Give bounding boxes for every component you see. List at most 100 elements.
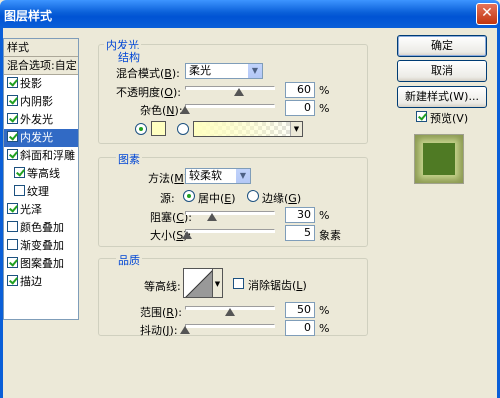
range-input[interactable]: 50 xyxy=(285,302,315,318)
opacity-slider-track[interactable] xyxy=(185,86,275,90)
noise-slider-track[interactable] xyxy=(185,104,275,108)
antialias-checkbox[interactable] xyxy=(233,278,244,289)
style-list-label: 样式 xyxy=(7,41,29,54)
style-list-item[interactable]: 内发光 xyxy=(4,129,78,147)
opacity-label: 不透明度(O): xyxy=(116,86,181,99)
size-slider-track[interactable] xyxy=(185,229,275,233)
jitter-label: 抖动(J): xyxy=(140,324,178,337)
blend-mode-label: 混合模式(B): xyxy=(116,67,180,80)
style-list-label: 外发光 xyxy=(20,113,53,126)
jitter-slider-track[interactable] xyxy=(185,324,275,328)
contour-label: 等高线: xyxy=(144,280,181,293)
style-list-checkbox[interactable] xyxy=(7,239,18,250)
style-list-label: 等高线 xyxy=(27,167,60,180)
close-icon[interactable]: ✕ xyxy=(476,3,498,25)
style-list-checkbox[interactable] xyxy=(14,185,25,196)
glow-color-swatch[interactable] xyxy=(151,121,166,136)
style-list-item[interactable]: 投影 xyxy=(4,75,78,93)
style-list-item[interactable]: 等高线 xyxy=(4,165,78,183)
style-list-item[interactable]: 描边 xyxy=(4,273,78,291)
chevron-down-icon[interactable]: ▼ xyxy=(213,268,223,298)
source-edge-label: 边缘(G) xyxy=(262,192,302,205)
style-list-label: 投影 xyxy=(20,77,42,90)
gradient-picker[interactable]: ▼ xyxy=(193,121,303,137)
choke-percent: % xyxy=(319,209,330,222)
preview-checkbox[interactable] xyxy=(416,111,427,122)
choke-slider-track[interactable] xyxy=(185,211,275,215)
structure-title: 结构 xyxy=(116,49,142,65)
style-list-checkbox[interactable] xyxy=(7,149,18,160)
new-style-button[interactable]: 新建样式(W)... xyxy=(397,86,487,108)
style-list-item[interactable]: 纹理 xyxy=(4,183,78,201)
style-list-item[interactable]: 渐变叠加 xyxy=(4,237,78,255)
contour-picker[interactable] xyxy=(183,268,213,298)
noise-label: 杂色(N): xyxy=(140,104,183,117)
source-edge-radio[interactable] xyxy=(247,190,259,202)
style-list-checkbox[interactable] xyxy=(7,131,18,142)
gradient-radio[interactable] xyxy=(177,123,189,135)
jitter-percent: % xyxy=(319,322,330,335)
choke-slider-thumb[interactable] xyxy=(207,213,217,221)
style-list: 样式混合选项:自定投影内阴影外发光内发光斜面和浮雕等高线纹理光泽颜色叠加渐变叠加… xyxy=(3,38,79,320)
jitter-input[interactable]: 0 xyxy=(285,320,315,336)
jitter-slider-thumb[interactable] xyxy=(180,326,190,334)
antialias-label: 消除锯齿(L) xyxy=(248,279,307,292)
method-select[interactable]: 较柔软 ▼ xyxy=(185,168,251,184)
style-list-item[interactable]: 外发光 xyxy=(4,111,78,129)
noise-slider-thumb[interactable] xyxy=(180,106,190,114)
source-label: 源: xyxy=(160,192,175,205)
style-list-checkbox[interactable] xyxy=(7,77,18,88)
style-list-item[interactable]: 图案叠加 xyxy=(4,255,78,273)
source-center-radio[interactable] xyxy=(183,190,195,202)
style-list-label: 图案叠加 xyxy=(20,257,64,270)
size-slider-thumb[interactable] xyxy=(181,231,192,239)
style-preview xyxy=(414,134,464,184)
style-list-label: 纹理 xyxy=(27,185,49,198)
size-unit: 象素 xyxy=(319,229,341,242)
chevron-down-icon[interactable]: ▼ xyxy=(247,64,262,78)
style-list-label: 描边 xyxy=(20,275,42,288)
style-list-label: 内发光 xyxy=(20,131,53,144)
style-list-checkbox[interactable] xyxy=(7,203,18,214)
title-bar[interactable]: 图层样式 ✕ xyxy=(0,0,500,28)
range-percent: % xyxy=(319,304,330,317)
blend-mode-value: 柔光 xyxy=(189,64,211,77)
style-list-checkbox[interactable] xyxy=(7,95,18,106)
size-input[interactable]: 5 xyxy=(285,225,315,241)
quality-title: 品质 xyxy=(116,252,142,268)
method-value: 较柔软 xyxy=(189,169,222,182)
ok-button[interactable]: 确定 xyxy=(397,35,487,57)
preview-label: 预览(V) xyxy=(430,112,469,125)
source-center-label: 居中(E) xyxy=(198,192,236,205)
noise-input[interactable]: 0 xyxy=(285,100,315,116)
style-list-label: 混合选项:自定 xyxy=(7,59,77,72)
opacity-input[interactable]: 60 xyxy=(285,82,315,98)
choke-input[interactable]: 30 xyxy=(285,207,315,223)
range-slider-thumb[interactable] xyxy=(225,308,235,316)
blend-mode-select[interactable]: 柔光 ▼ xyxy=(185,63,263,79)
style-list-checkbox[interactable] xyxy=(14,167,25,178)
window-title: 图层样式 xyxy=(4,9,53,23)
style-list-checkbox[interactable] xyxy=(7,113,18,124)
style-list-item[interactable]: 颜色叠加 xyxy=(4,219,78,237)
elements-title: 图素 xyxy=(116,151,142,167)
chevron-down-icon[interactable]: ▼ xyxy=(235,169,250,183)
style-list-label: 颜色叠加 xyxy=(20,221,64,234)
style-list-item[interactable]: 斜面和浮雕 xyxy=(4,147,78,165)
style-list-item[interactable]: 内阴影 xyxy=(4,93,78,111)
noise-percent: % xyxy=(319,102,330,115)
style-list-checkbox[interactable] xyxy=(7,221,18,232)
color-radio[interactable] xyxy=(135,123,147,135)
style-list-label: 光泽 xyxy=(20,203,42,216)
cancel-button[interactable]: 取消 xyxy=(397,60,487,82)
chevron-down-icon[interactable]: ▼ xyxy=(290,122,302,136)
style-list-label: 渐变叠加 xyxy=(20,239,64,252)
style-list-item[interactable]: 样式 xyxy=(4,39,78,57)
preview-swatch xyxy=(423,143,455,175)
opacity-slider-thumb[interactable] xyxy=(234,88,244,96)
style-list-item[interactable]: 混合选项:自定 xyxy=(4,57,78,75)
style-list-checkbox[interactable] xyxy=(7,257,18,268)
range-label: 范围(R): xyxy=(140,306,182,319)
style-list-checkbox[interactable] xyxy=(7,275,18,286)
style-list-item[interactable]: 光泽 xyxy=(4,201,78,219)
